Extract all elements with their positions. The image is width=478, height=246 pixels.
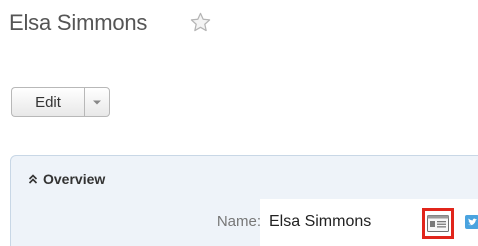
record-title: Elsa Simmons xyxy=(9,10,148,35)
name-field: Elsa Simmons xyxy=(260,199,478,246)
record-actions: Edit xyxy=(11,87,110,117)
caret-down-icon xyxy=(93,100,101,104)
edit-button[interactable]: Edit xyxy=(11,87,84,117)
actions-dropdown-toggle[interactable] xyxy=(84,87,110,117)
name-field-value: Elsa Simmons xyxy=(269,213,372,230)
name-field-label: Name: xyxy=(216,213,261,230)
vcard-icon xyxy=(427,215,449,232)
vcard-button[interactable] xyxy=(422,208,454,239)
overview-panel: Overview Name: Elsa Simmons xyxy=(10,155,478,246)
twitter-icon[interactable] xyxy=(465,215,478,229)
record-page: Elsa Simmons Edit Overview Name: Elsa Si… xyxy=(0,0,478,246)
favorite-star-icon[interactable] xyxy=(189,11,212,34)
overview-panel-title: Overview xyxy=(43,171,106,187)
overview-panel-header[interactable]: Overview xyxy=(27,171,105,187)
double-chevron-up-icon xyxy=(28,174,38,184)
